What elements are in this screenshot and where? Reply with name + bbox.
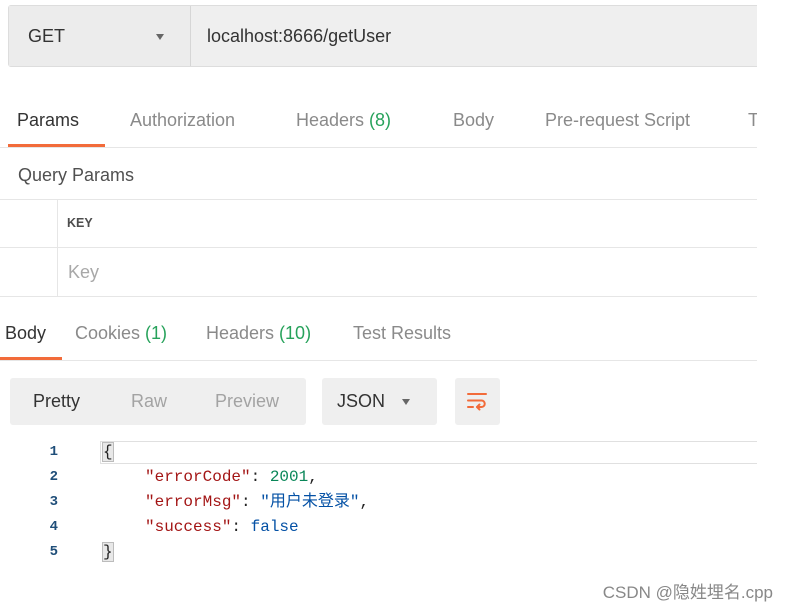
tab-body[interactable]: Body bbox=[444, 96, 503, 147]
tab-label: Body bbox=[5, 323, 47, 343]
chevron-down-icon bbox=[156, 34, 164, 40]
tab-label: Cookies bbox=[75, 323, 141, 343]
param-row-gutter bbox=[0, 248, 58, 296]
json-colon: : bbox=[231, 518, 251, 536]
json-key: "errorMsg" bbox=[145, 493, 242, 511]
pretty-label: Pretty bbox=[33, 391, 81, 411]
response-tab-body[interactable]: Body bbox=[0, 309, 62, 360]
tab-count-badge: (1) bbox=[145, 323, 168, 343]
table-header-row: KEY bbox=[0, 200, 757, 248]
response-tab-test-results[interactable]: Test Results bbox=[344, 309, 460, 360]
raw-button[interactable]: Raw bbox=[110, 378, 198, 425]
wrap-lines-button[interactable] bbox=[455, 378, 500, 425]
format-select[interactable]: JSON bbox=[322, 378, 437, 425]
tab-label: Test Results bbox=[353, 323, 452, 343]
json-number-value: 2001 bbox=[269, 468, 309, 486]
url-input[interactable] bbox=[191, 6, 757, 66]
tab-label: Params bbox=[17, 110, 80, 130]
response-tabs: Body Cookies (1) Headers (10) Test Results bbox=[0, 309, 757, 361]
postman-window: GET Params Authorization Headers(8) Body… bbox=[0, 0, 757, 614]
request-bar: GET bbox=[8, 5, 757, 67]
line-number: 3 bbox=[49, 494, 58, 510]
response-body-editor: 1 { 2 "errorCode": 2001, 3 "errorMsg": "… bbox=[0, 440, 757, 570]
watermark: CSDN @隐姓埋名.cpp bbox=[602, 583, 773, 602]
response-tab-cookies[interactable]: Cookies (1) bbox=[66, 309, 176, 360]
code-line: 3 "errorMsg": "用户未登录", bbox=[0, 490, 757, 515]
json-key: "errorCode" bbox=[145, 468, 251, 486]
tab-headers[interactable]: Headers (8) bbox=[287, 96, 400, 147]
preview-label: Preview bbox=[215, 391, 280, 411]
key-column-header: KEY bbox=[67, 216, 93, 230]
tab-label: Headers bbox=[296, 110, 365, 130]
param-row-gutter bbox=[0, 200, 58, 247]
method-select[interactable]: GET bbox=[9, 6, 191, 66]
preview-button[interactable]: Preview bbox=[198, 378, 306, 425]
query-params-title: Query Params bbox=[18, 165, 135, 185]
tab-label: T bbox=[748, 110, 757, 130]
code-line: 4 "success": false bbox=[0, 515, 757, 540]
code-line: 5 } bbox=[0, 540, 757, 565]
method-label: GET bbox=[28, 26, 66, 46]
json-comma: , bbox=[308, 468, 318, 486]
line-number: 2 bbox=[49, 469, 58, 485]
close-brace: } bbox=[102, 542, 114, 562]
tab-label: Headers bbox=[206, 323, 275, 343]
json-comma: , bbox=[359, 493, 370, 511]
json-string-value: "用户未登录" bbox=[260, 493, 360, 511]
json-colon: : bbox=[241, 493, 261, 511]
table-row bbox=[0, 248, 757, 297]
code-line: 2 "errorCode": 2001, bbox=[0, 465, 757, 490]
view-mode-group: Pretty Raw Preview bbox=[10, 378, 306, 425]
json-key: "success" bbox=[145, 518, 232, 536]
pretty-button[interactable]: Pretty bbox=[10, 378, 110, 425]
chevron-down-icon bbox=[402, 399, 410, 405]
json-boolean-value: false bbox=[250, 518, 299, 536]
tab-authorization[interactable]: Authorization bbox=[121, 96, 244, 147]
tab-tests-truncated[interactable]: T bbox=[739, 96, 757, 147]
tab-label: Pre-request Script bbox=[545, 110, 691, 130]
query-params-table: KEY bbox=[0, 199, 757, 297]
json-colon: : bbox=[250, 468, 270, 486]
line-number: 1 bbox=[49, 444, 58, 460]
open-brace: { bbox=[102, 442, 114, 462]
line-number: 4 bbox=[49, 519, 58, 535]
format-label: JSON bbox=[337, 391, 386, 411]
request-tabs: Params Authorization Headers (8) Body Pre… bbox=[0, 96, 757, 148]
response-tab-headers[interactable]: Headers (10) bbox=[197, 309, 320, 360]
tab-label: Body bbox=[453, 110, 495, 130]
param-key-input[interactable] bbox=[58, 248, 757, 296]
raw-label: Raw bbox=[131, 391, 168, 411]
tab-count-badge: (10) bbox=[279, 323, 312, 343]
tab-pre-request-script[interactable]: Pre-request Script bbox=[536, 96, 699, 147]
line-number: 5 bbox=[49, 544, 58, 560]
tab-params[interactable]: Params bbox=[8, 96, 105, 147]
tab-label: Authorization bbox=[130, 110, 236, 130]
tab-count-badge: (8) bbox=[369, 110, 392, 130]
wrap-lines-icon bbox=[467, 393, 487, 411]
code-line: 1 { bbox=[0, 440, 757, 465]
